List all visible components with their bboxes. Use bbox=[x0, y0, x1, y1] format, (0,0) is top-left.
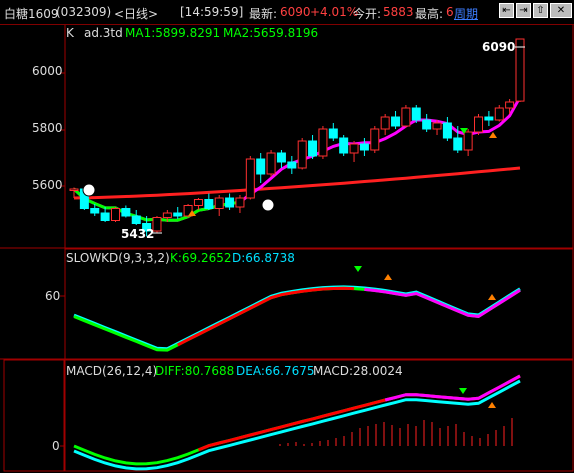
macd-dea-value: DEA:66.7675 bbox=[236, 364, 315, 378]
candle-body-42 bbox=[505, 101, 515, 109]
symbol-name: 白糖1609 bbox=[4, 7, 59, 21]
candle-body-9 bbox=[162, 212, 172, 218]
candle-body-14 bbox=[214, 197, 224, 209]
open-label: 今开: bbox=[353, 7, 382, 21]
kd-sell-arrow-icon bbox=[354, 266, 362, 272]
candle-body-24 bbox=[318, 128, 328, 157]
prev-icon[interactable]: ⇤ bbox=[499, 3, 514, 18]
candle-body-38 bbox=[463, 131, 473, 151]
candle-body-6 bbox=[131, 215, 141, 224]
high-label: 最高: bbox=[415, 7, 444, 21]
macd-diff-line bbox=[73, 374, 521, 466]
candle-body-41 bbox=[494, 107, 504, 121]
candle-body-35 bbox=[432, 122, 442, 130]
ma2-value: MA2:5659.8196 bbox=[223, 26, 319, 40]
ma1-value: MA1:5899.8291 bbox=[125, 26, 221, 40]
macd-buy-arrow-icon bbox=[488, 402, 496, 408]
candle-body-12 bbox=[193, 199, 203, 206]
kd-k-value: K:69.2652 bbox=[170, 251, 232, 265]
macd-y-tick-0: 0 bbox=[52, 439, 60, 453]
macd-sell-arrow-icon bbox=[459, 388, 467, 394]
low-annotation: 5432 bbox=[121, 227, 155, 241]
high-value: 6 bbox=[446, 5, 454, 19]
open-value: 5883 bbox=[383, 5, 414, 19]
macd-dea-line bbox=[73, 379, 521, 471]
candle-body-27 bbox=[349, 143, 359, 154]
candle-body-4 bbox=[110, 208, 120, 221]
candle-body-26 bbox=[339, 137, 349, 154]
candle-body-13 bbox=[204, 199, 214, 209]
kd-k-red-segment bbox=[177, 286, 355, 347]
candle-body-37 bbox=[453, 137, 463, 151]
period-button[interactable]: 周期 bbox=[454, 5, 478, 22]
candle-body-5 bbox=[121, 208, 131, 217]
macd-label: MACD(26,12,4) bbox=[66, 364, 158, 378]
candle-body-21 bbox=[287, 161, 297, 169]
kd-buy-arrow-icon-1 bbox=[384, 274, 392, 280]
period-label: <日线> bbox=[114, 7, 159, 21]
ma2-line bbox=[73, 166, 521, 200]
candle-body-23 bbox=[308, 140, 318, 157]
candle-body-25 bbox=[328, 128, 338, 139]
macd-left-frame bbox=[3, 359, 65, 472]
candle-body-36 bbox=[442, 122, 452, 139]
change-percent: +4.01% bbox=[310, 5, 359, 19]
next-icon[interactable]: ⇥ bbox=[516, 3, 531, 18]
latest-value: 6090 bbox=[280, 5, 311, 19]
indicator-name: ad.3td bbox=[84, 26, 123, 40]
latest-label: 最新: bbox=[249, 7, 278, 21]
candle-body-0 bbox=[69, 188, 79, 191]
candle-body-20 bbox=[276, 152, 286, 163]
kd-y-tick-60: 60 bbox=[45, 289, 61, 303]
title-bar: 白糖1609 (032309) <日线> [14:59:59] 最新: 6090… bbox=[0, 0, 574, 25]
candle-body-30 bbox=[380, 116, 390, 130]
candle-body-32 bbox=[401, 107, 411, 127]
macd-hist-value: MACD:28.0024 bbox=[313, 364, 403, 378]
up-icon[interactable]: ⇧ bbox=[533, 3, 548, 18]
smiley-face-icon-1 bbox=[82, 183, 96, 197]
candle-body-28 bbox=[359, 143, 369, 151]
candle-body-39 bbox=[474, 116, 484, 133]
candle-body-17 bbox=[245, 158, 255, 199]
kd-d-line bbox=[73, 285, 521, 351]
ma1-line bbox=[72, 96, 522, 222]
candle-body-33 bbox=[411, 107, 421, 121]
smiley-face-icon-2 bbox=[261, 198, 275, 212]
high-annotation: 6090 bbox=[482, 40, 516, 54]
kd-buy-arrow-icon-2 bbox=[488, 294, 496, 300]
macd-diff-value: DIFF:80.7688 bbox=[155, 364, 235, 378]
candle-body-22 bbox=[297, 140, 307, 169]
candle-body-2 bbox=[90, 208, 100, 214]
y-tick-5800: 5800 bbox=[32, 121, 63, 135]
chart-canvas bbox=[0, 23, 574, 472]
symbol-code: (032309) bbox=[56, 5, 112, 19]
candle-body-16 bbox=[235, 197, 245, 208]
candle-body-29 bbox=[370, 128, 380, 151]
kd-d-value: D:66.8738 bbox=[232, 251, 295, 265]
candle-body-43 bbox=[515, 38, 525, 102]
kd-label: SLOWKD(9,3,3,2) bbox=[66, 251, 170, 265]
candle-body-3 bbox=[100, 212, 110, 221]
candle-body-34 bbox=[422, 119, 432, 130]
time-stamp: [14:59:59] bbox=[180, 5, 244, 19]
close-icon[interactable]: ✕ bbox=[550, 3, 572, 18]
candle-body-18 bbox=[256, 158, 266, 175]
buy-arrow-icon-2 bbox=[489, 132, 497, 138]
candle-body-10 bbox=[173, 212, 183, 217]
candle-body-19 bbox=[266, 152, 276, 175]
y-tick-5600: 5600 bbox=[32, 178, 63, 192]
candle-body-31 bbox=[391, 116, 401, 127]
candle-body-40 bbox=[484, 116, 494, 121]
y-tick-6000: 6000 bbox=[32, 64, 63, 78]
macd-diff-magenta-segment bbox=[384, 374, 521, 402]
candle-body-15 bbox=[225, 197, 235, 208]
panel-k-label: K bbox=[66, 26, 74, 40]
